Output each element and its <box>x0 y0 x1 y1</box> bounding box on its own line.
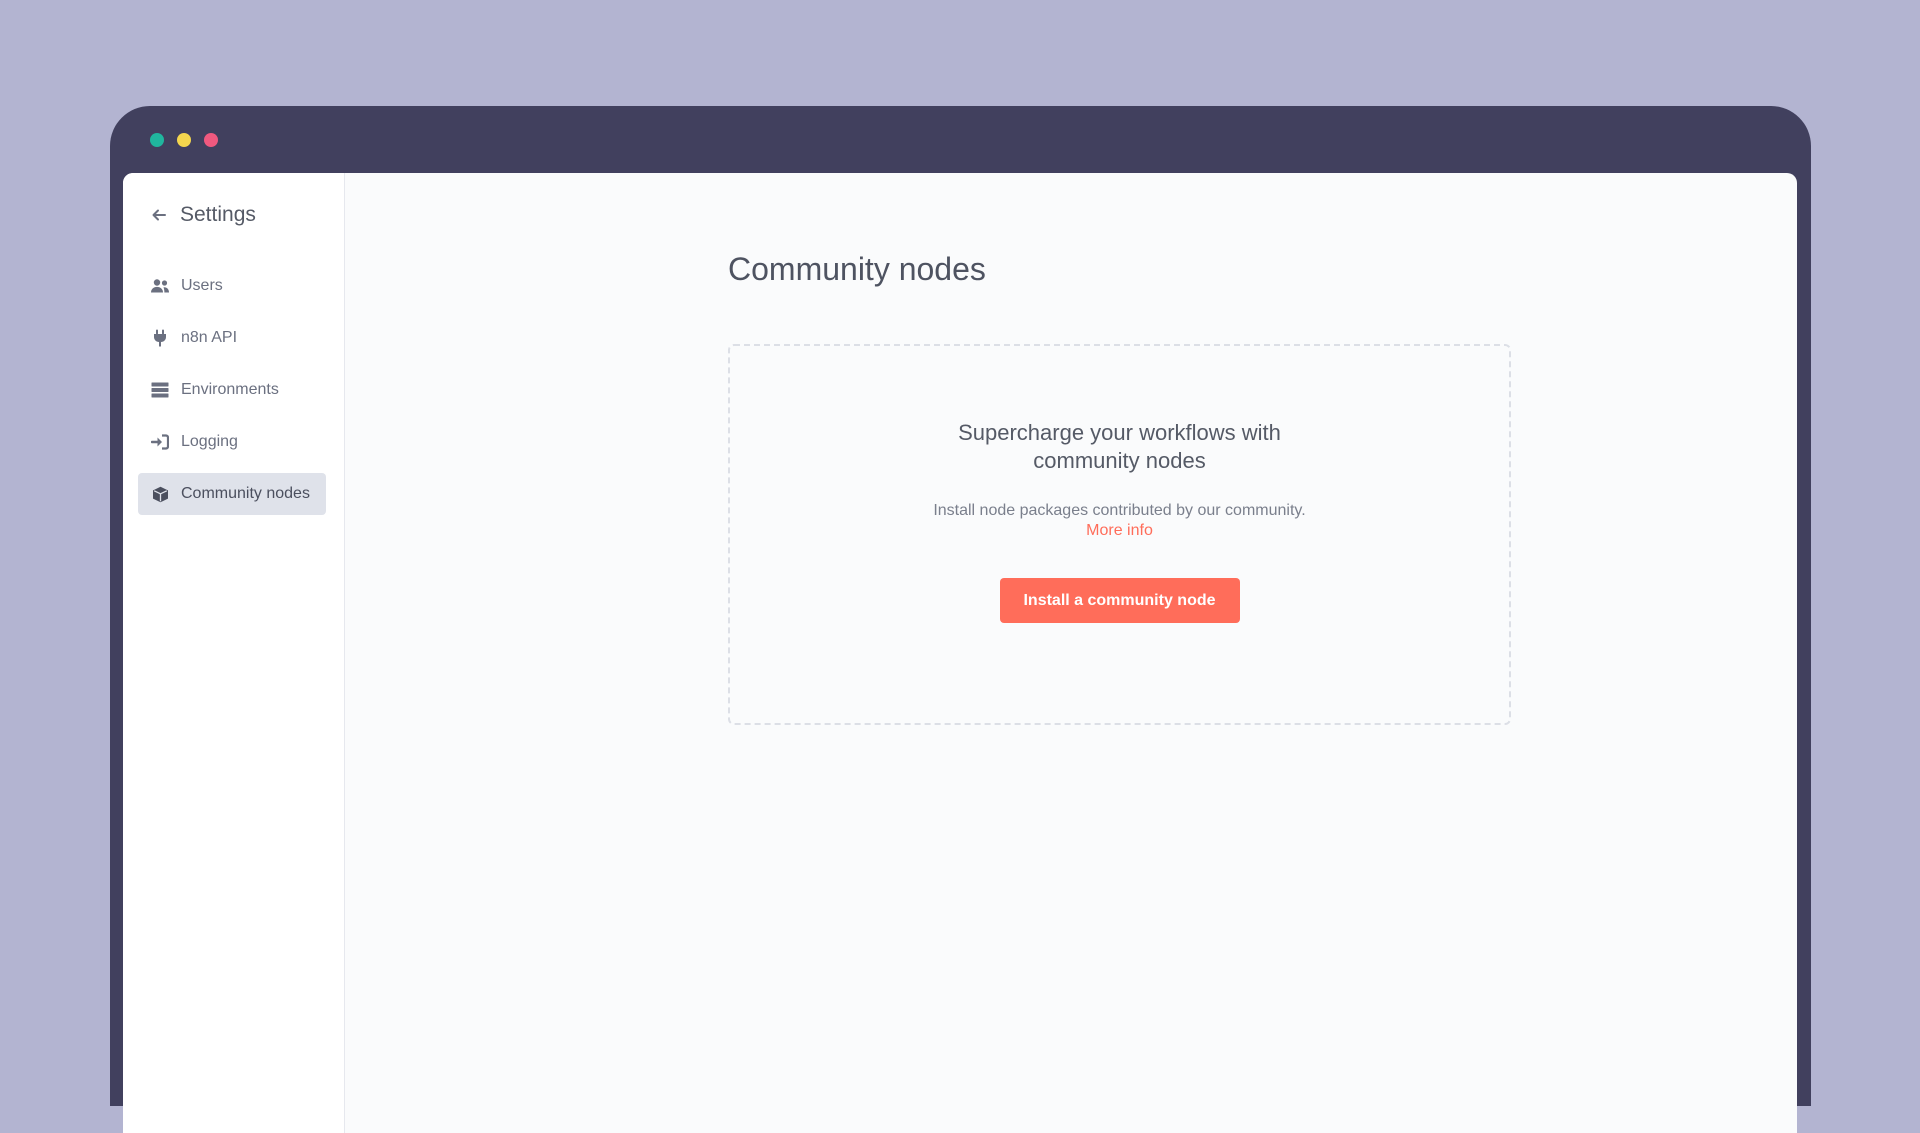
app-window: Settings Users n8n API Environments Logg… <box>123 173 1797 1133</box>
settings-sidebar: Settings Users n8n API Environments Logg… <box>123 173 345 1133</box>
empty-state-description: Install node packages contributed by our… <box>730 501 1509 541</box>
sidebar-item-environments[interactable]: Environments <box>138 369 326 411</box>
cube-icon <box>150 484 170 504</box>
sidebar-item-label: Environments <box>181 381 279 398</box>
sidebar-item-users[interactable]: Users <box>138 265 326 307</box>
server-icon <box>150 380 170 400</box>
more-info-link[interactable]: More info <box>1086 521 1153 541</box>
red-dot-icon <box>204 133 218 147</box>
settings-menu: Users n8n API Environments Logging Commu… <box>123 265 344 515</box>
sign-in-icon <box>150 432 170 452</box>
install-community-node-button[interactable]: Install a community node <box>999 578 1240 623</box>
sidebar-item-label: Users <box>181 277 223 294</box>
page-title: Community nodes <box>728 251 986 287</box>
sidebar-item-label: Community nodes <box>181 485 310 502</box>
users-icon <box>150 276 170 296</box>
sidebar-item-n8n-api[interactable]: n8n API <box>138 317 326 359</box>
community-nodes-empty-state: Supercharge your workflows with communit… <box>728 344 1511 725</box>
green-dot-icon <box>150 133 164 147</box>
sidebar-item-label: n8n API <box>181 329 238 346</box>
empty-state-heading: Supercharge your workflows with communit… <box>958 420 1281 473</box>
device-frame: Settings Users n8n API Environments Logg… <box>110 106 1811 1133</box>
empty-state-description-text: Install node packages contributed by our… <box>933 502 1306 519</box>
main-content: Community nodes Supercharge your workflo… <box>345 173 1797 1133</box>
settings-title: Settings <box>180 203 256 226</box>
sidebar-item-label: Logging <box>181 433 238 450</box>
yellow-dot-icon <box>177 133 191 147</box>
sidebar-item-logging[interactable]: Logging <box>138 421 326 463</box>
settings-back-link[interactable]: Settings <box>123 197 344 233</box>
plug-icon <box>150 328 170 348</box>
arrow-left-icon[interactable] <box>150 206 168 224</box>
window-controls <box>150 133 218 147</box>
sidebar-item-community-nodes[interactable]: Community nodes <box>138 473 326 515</box>
